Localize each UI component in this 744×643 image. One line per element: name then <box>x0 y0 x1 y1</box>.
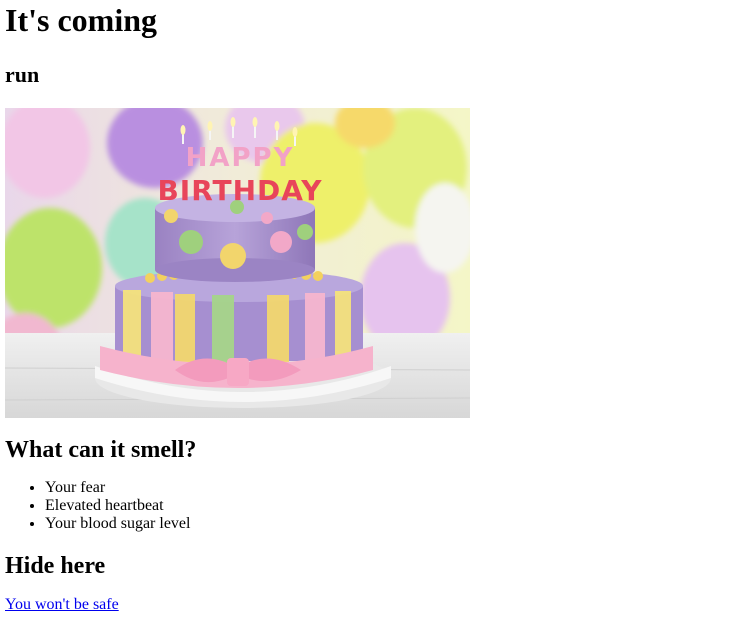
list-item: Your blood sugar level <box>45 515 739 533</box>
birthday-topper: BIRTHDAY <box>157 174 322 207</box>
smell-heading: What can it smell? <box>5 437 197 463</box>
happy-topper: HAPPY <box>186 143 295 173</box>
page-title: It's coming <box>5 2 157 38</box>
hide-heading: Hide here <box>5 553 106 579</box>
page-content: It's coming run HAPPY BIRTHDAY What can … <box>0 0 744 614</box>
safe-link[interactable]: You won't be safe <box>5 596 119 614</box>
birthday-cake-image: HAPPY BIRTHDAY <box>5 108 470 418</box>
smell-list: Your fear Elevated heartbeat Your blood … <box>5 479 739 533</box>
page-subtitle: run <box>5 62 40 87</box>
list-item: Elevated heartbeat <box>45 497 739 515</box>
list-item: Your fear <box>45 479 739 497</box>
